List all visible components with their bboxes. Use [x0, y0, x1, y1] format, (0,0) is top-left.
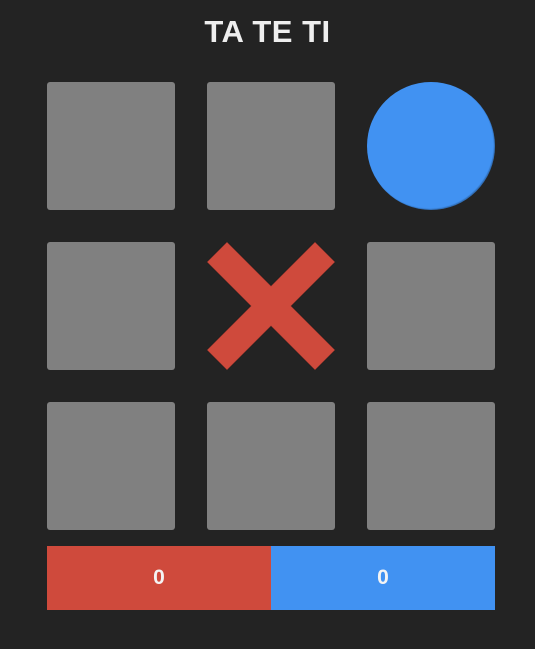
board-cell-2-3[interactable] [367, 242, 495, 370]
board-cell-1-3[interactable] [367, 82, 495, 210]
score-o: 0 [271, 546, 495, 610]
score-x: 0 [47, 546, 271, 610]
board-cell-3-3[interactable] [367, 402, 495, 530]
o-mark-icon [367, 82, 495, 210]
scoreboard: 0 0 [47, 546, 495, 610]
x-mark-icon [207, 242, 335, 370]
game-board [47, 82, 495, 530]
board-cell-2-1[interactable] [47, 242, 175, 370]
board-cell-3-2[interactable] [207, 402, 335, 530]
board-cell-2-2[interactable] [207, 242, 335, 370]
board-cell-1-1[interactable] [47, 82, 175, 210]
game-title: TA TE TI [204, 14, 331, 49]
board-cell-1-2[interactable] [207, 82, 335, 210]
board-cell-3-1[interactable] [47, 402, 175, 530]
